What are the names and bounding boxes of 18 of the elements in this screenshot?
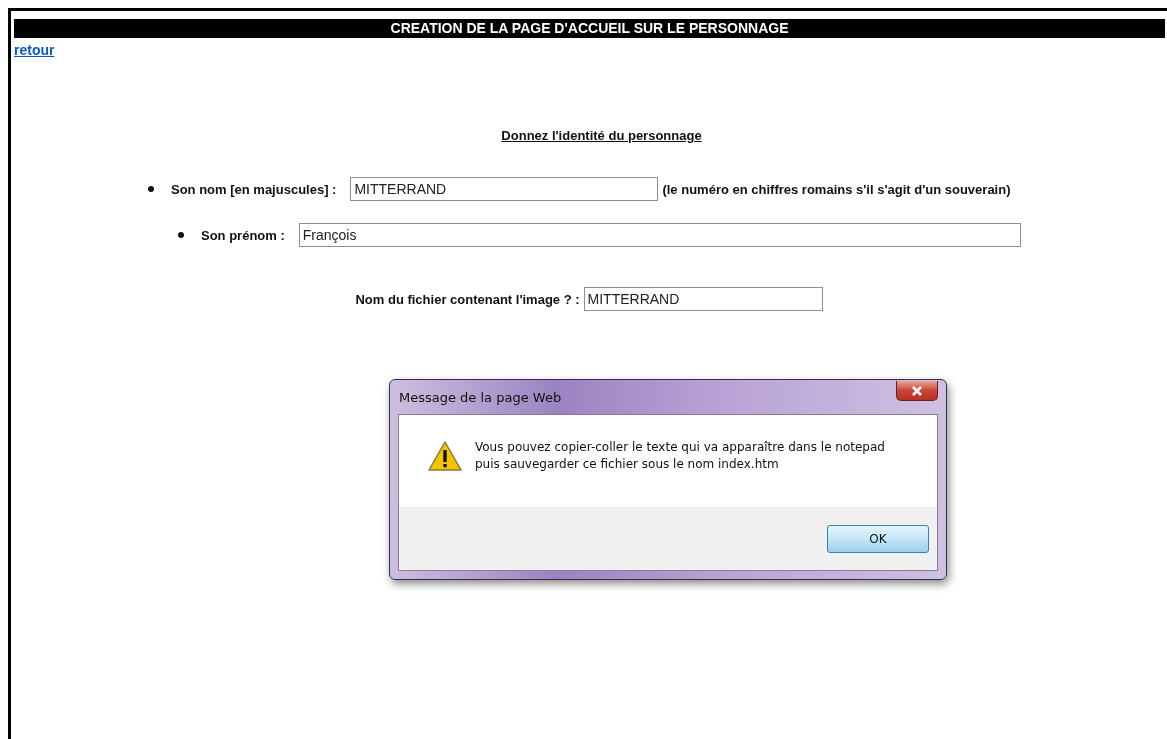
input-field[interactable]: MITTERRAND (350, 177, 659, 201)
field-label: Son nom [en majuscules] : (171, 181, 337, 197)
close-icon (911, 385, 923, 396)
field-label: Son prénom : (201, 227, 285, 243)
field-label: Nom du fichier contenant l'image ? : (355, 291, 580, 307)
input-field[interactable]: MITTERRAND (583, 287, 823, 311)
ok-button[interactable]: OK (827, 524, 929, 553)
bullet-icon (148, 186, 154, 192)
section-heading: Donnez l'identité du personnage (501, 128, 702, 143)
dialog-message: Vous pouvez copier-coller le texte qui va apparaître dans le notepad puis sauvegarder ce fichier sous le nom index.htm (475, 439, 885, 473)
field-note: (le numéro en chiffres romains s'il s'agit d'un souverain) (662, 181, 1011, 197)
input-field[interactable]: François (298, 223, 1021, 247)
bullet-icon (178, 232, 184, 238)
page-title: CREATION DE LA PAGE D'ACCUEIL SUR LE PERSONNAGE (14, 19, 1165, 38)
dialog-title: Message de la page Web (399, 389, 562, 405)
back-link[interactable]: retour (14, 42, 55, 58)
close-button[interactable] (896, 381, 938, 401)
warning-icon (427, 440, 463, 472)
